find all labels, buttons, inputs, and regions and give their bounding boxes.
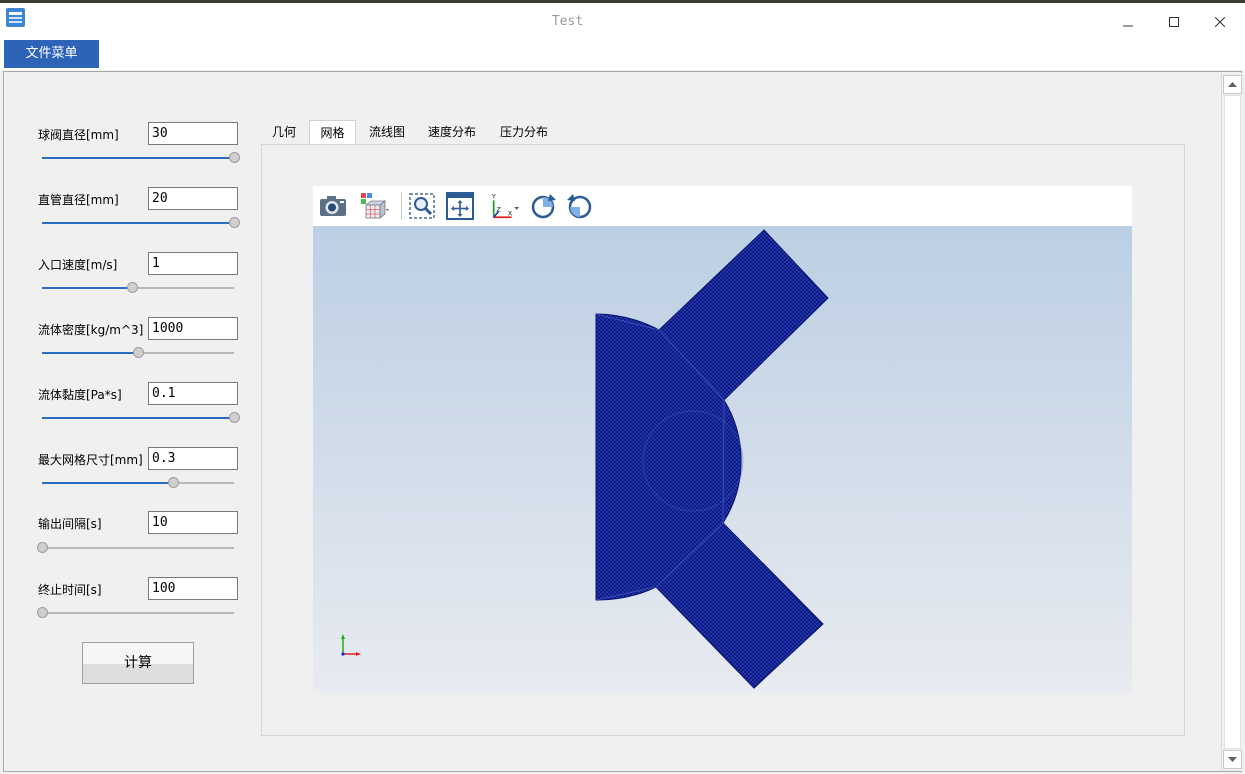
param-label: 流体黏度[Pa*s] [38, 388, 122, 402]
param-label: 终止时间[s] [38, 583, 102, 597]
vertical-scrollbar[interactable] [1221, 73, 1242, 771]
param-label: 入口速度[m/s] [38, 258, 118, 272]
scroll-up-button[interactable] [1223, 75, 1242, 94]
svg-text:Z: Z [497, 206, 502, 214]
close-icon [1215, 17, 1225, 27]
camera-icon[interactable] [318, 191, 348, 221]
tab-pressure[interactable]: 压力分布 [492, 120, 556, 145]
ball-valve-diameter-slider[interactable] [42, 152, 240, 163]
ball-valve-diameter-input[interactable] [148, 122, 238, 145]
viewer-toolbar: Y Z X [313, 186, 1132, 226]
ball-valve-mesh [595, 229, 829, 689]
fit-view-icon[interactable] [445, 191, 475, 221]
param-label: 球阀直径[mm] [38, 128, 119, 142]
inlet-velocity-slider[interactable] [42, 282, 234, 293]
arrow-up-icon [1228, 82, 1237, 87]
svg-text:X: X [508, 209, 513, 217]
axes-orientation-icon[interactable]: Y Z X [489, 191, 519, 221]
end-time-input[interactable] [148, 577, 238, 600]
title-bar: Test [0, 3, 1245, 37]
end-time-slider[interactable] [37, 607, 234, 618]
slider-fill [42, 222, 234, 224]
slider-handle[interactable] [37, 542, 48, 553]
inlet-velocity-input[interactable] [148, 252, 238, 275]
param-label: 输出间隔[s] [38, 517, 102, 531]
param-label: 最大网格尺寸[mm] [38, 453, 143, 467]
arrow-down-icon [1228, 757, 1237, 762]
rotate-cw-icon[interactable] [528, 191, 558, 221]
tab-streamlines[interactable]: 流线图 [362, 120, 412, 145]
tab-velocity[interactable]: 速度分布 [420, 120, 484, 145]
slider-handle[interactable] [167, 477, 179, 488]
minimize-icon [1123, 25, 1133, 27]
calculate-button[interactable]: 计算 [82, 642, 194, 684]
fluid-viscosity-input[interactable] [148, 382, 238, 405]
slider-fill [42, 417, 234, 419]
max-mesh-size-slider[interactable] [42, 477, 234, 488]
toolbar-separator [401, 192, 402, 220]
view-cube-icon[interactable] [359, 191, 389, 221]
fluid-density-slider[interactable] [42, 347, 234, 358]
mesh-render [341, 229, 829, 689]
rotate-ccw-icon[interactable] [565, 191, 595, 221]
menu-bar: 文件菜单 [0, 37, 1245, 70]
maximize-icon [1169, 17, 1179, 27]
fluid-density-input[interactable] [148, 317, 238, 340]
pipe-diameter-slider[interactable] [42, 217, 240, 228]
fluid-viscosity-slider[interactable] [42, 412, 240, 423]
window-title: Test [551, 14, 584, 29]
scroll-down-button[interactable] [1223, 750, 1242, 769]
tab-geometry[interactable]: 几何 [264, 120, 304, 145]
zoom-box-icon[interactable] [407, 191, 437, 221]
svg-text:Y: Y [491, 193, 497, 201]
file-menu-button[interactable]: 文件菜单 [4, 40, 99, 68]
slider-handle[interactable] [37, 607, 48, 618]
mesh-canvas[interactable] [313, 226, 1132, 693]
slider-fill [42, 287, 133, 289]
scroll-track[interactable] [1224, 95, 1241, 749]
slider-handle[interactable] [133, 347, 144, 358]
close-button[interactable] [1198, 7, 1242, 37]
tab-mesh[interactable]: 网格 [309, 120, 356, 145]
param-label: 直管直径[mm] [38, 193, 119, 207]
slider-handle[interactable] [229, 152, 240, 163]
maximize-button[interactable] [1152, 7, 1196, 37]
max-mesh-size-input[interactable] [148, 447, 238, 470]
slider-fill [42, 157, 234, 159]
output-interval-slider[interactable] [37, 542, 234, 553]
axes-triad [341, 634, 361, 656]
slider-handle[interactable] [229, 412, 240, 423]
minimize-button[interactable] [1106, 7, 1150, 37]
output-interval-input[interactable] [148, 511, 238, 534]
param-label: 流体密度[kg/m^3] [38, 323, 144, 337]
slider-handle[interactable] [229, 217, 240, 228]
mesh-viewer[interactable]: Y Z X [313, 186, 1132, 693]
slider-fill [42, 482, 173, 484]
slider-fill [42, 352, 138, 354]
pipe-diameter-input[interactable] [148, 187, 238, 210]
